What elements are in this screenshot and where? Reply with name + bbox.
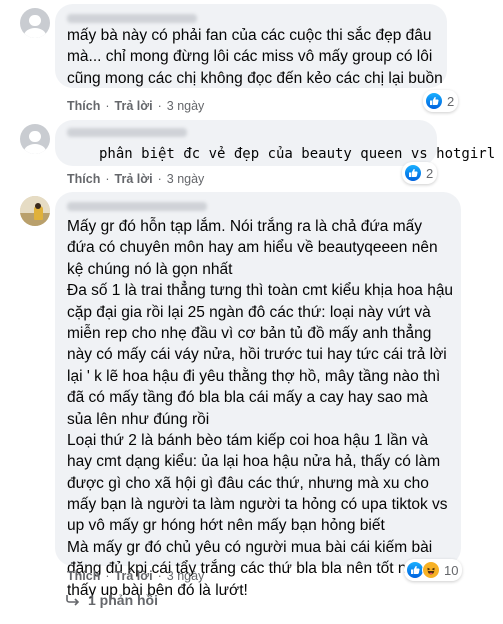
- reaction-summary[interactable]: 10: [404, 559, 463, 581]
- comment-text-line: mà... chỉ mong đừng lôi các miss vô mấy …: [67, 48, 433, 66]
- comment-text-line: sủa lên như đúng rồi: [67, 410, 210, 428]
- separator-dot: ·: [157, 99, 162, 113]
- comment-text-line: đã có mấy tầng đó bla bla cái mấy a cay …: [67, 389, 429, 407]
- commenter-name-redacted: [67, 128, 187, 137]
- comment-bubble: mấy bà này có phải fan của các cuộc thi …: [55, 4, 447, 88]
- comment-timestamp[interactable]: 3 ngày: [167, 172, 205, 186]
- comment-text-line: Đa số 1 là trai thẳng tưng thì toàn cmt …: [67, 282, 454, 300]
- comment-text-line: phân biệt đc vẻ đẹp của beauty queen vs …: [99, 146, 496, 162]
- commenter-avatar[interactable]: [20, 8, 50, 38]
- like-icon: [425, 92, 443, 110]
- separator-dot: ·: [105, 172, 110, 186]
- comment-timestamp[interactable]: 3 ngày: [167, 569, 205, 583]
- comment-timestamp[interactable]: 3 ngày: [167, 99, 205, 113]
- comment-text-line: cặp đại gia rồi lại 25 ngàn đô các thứ: …: [67, 303, 431, 321]
- comment-text-line: up vô mấy gr hóng hớt nên mấy bạn hỏng b…: [67, 517, 385, 535]
- like-icon: [404, 164, 422, 182]
- comment-text-line: cũng mong các chị không đọc đến kẻo các …: [67, 69, 443, 87]
- comment-text-line: Mà mấy gr đó chủ yêu có người mua bài cá…: [67, 538, 433, 556]
- like-button[interactable]: Thích: [67, 172, 100, 186]
- separator-dot: ·: [105, 569, 110, 583]
- like-button[interactable]: Thích: [67, 99, 100, 113]
- comment-actions: Thích · Trả lời · 3 ngày: [67, 569, 204, 583]
- like-button[interactable]: Thích: [67, 569, 100, 583]
- avatar-photo-head: [35, 202, 42, 209]
- commenter-name-redacted: [67, 14, 197, 23]
- commenter-name-redacted: [67, 202, 207, 211]
- comment-actions: Thích · Trả lời · 3 ngày: [67, 172, 204, 186]
- comment-text-line: này có mấy cái váy nửa, hồi trước tui ha…: [67, 346, 447, 364]
- comment-text: phân biệt đc vẻ đẹp của beauty queen vs …: [99, 144, 495, 165]
- comment-text-line: kệ chúng nó là gọn nhất: [67, 260, 233, 278]
- comment-text-line: mấy bà này có phải fan của các cuộc thi …: [67, 27, 432, 44]
- comment-bubble: Mấy gr đó hỗn tạp lắm. Nói trắng ra là c…: [55, 192, 461, 599]
- commenter-avatar[interactable]: [20, 124, 50, 154]
- reply-arrow-icon: [66, 594, 80, 606]
- comment-text-line: được gì cho xã hội gì đâu các thứ, nhưng…: [67, 474, 429, 492]
- comment-text-line: mấy bạn là người ta làm người ta hỏng có…: [67, 496, 448, 514]
- separator-dot: ·: [157, 172, 162, 186]
- comment-text-line: Loại thứ 2 là bánh bèo tám kiếp coi hoa …: [67, 431, 429, 449]
- reply-button[interactable]: Trả lời: [115, 99, 153, 113]
- comment-text-line: đứa có chuyên môn hay am hiểu về beautyq…: [67, 239, 438, 257]
- reply-button[interactable]: Trả lời: [115, 569, 153, 583]
- replies-count-label: 1 phản hồi: [88, 592, 158, 608]
- reply-button[interactable]: Trả lời: [115, 172, 153, 186]
- reaction-summary[interactable]: 2: [402, 162, 438, 184]
- comment-actions: Thích · Trả lời · 3 ngày: [67, 99, 204, 113]
- comment-text: Mấy gr đó hỗn tạp lắm. Nói trắng ra là c…: [67, 216, 453, 601]
- comment-text: mấy bà này có phải fan của các cuộc thi …: [67, 25, 443, 89]
- reaction-count: 10: [444, 562, 459, 578]
- comment-bubble: phân biệt đc vẻ đẹp của beauty queen vs …: [55, 120, 495, 166]
- commenter-avatar[interactable]: [20, 196, 50, 226]
- view-replies-link[interactable]: 1 phản hồi: [66, 592, 158, 608]
- haha-icon: [422, 561, 440, 579]
- comment-text-line: lại ' k lẽ hoa hậu đi yêu thằng thợ hồ, …: [67, 367, 441, 385]
- reaction-count: 2: [426, 165, 434, 181]
- comment-text-line: miễn rep cho nhẹ đầu vì cơ bản tủ đồ mấy…: [67, 324, 432, 342]
- separator-dot: ·: [157, 569, 162, 583]
- comment-text-line: Mấy gr đó hỗn tạp lắm. Nói trắng ra là c…: [67, 218, 422, 235]
- separator-dot: ·: [105, 99, 110, 113]
- reaction-count: 2: [447, 93, 455, 109]
- reaction-summary[interactable]: 2: [423, 90, 459, 112]
- comment-text-line: hay cmt dạng kiểu: ủa lại hoa hậu nửa hả…: [67, 453, 441, 471]
